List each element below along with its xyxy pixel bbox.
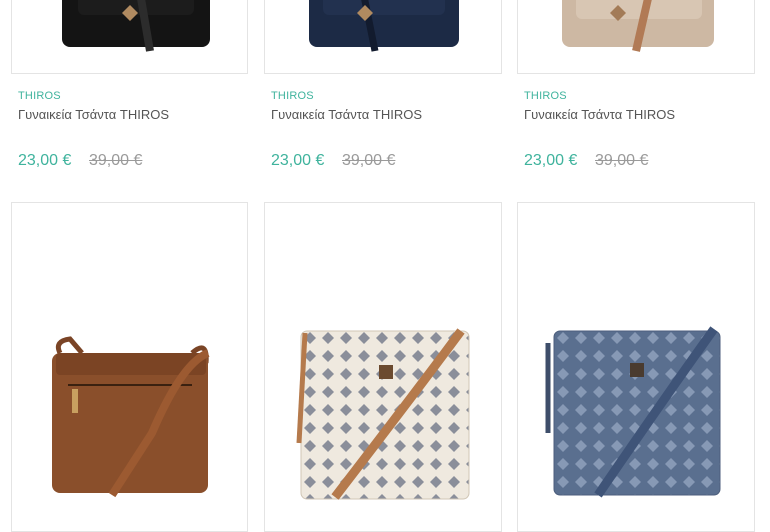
sale-price: 23,00 € — [271, 152, 325, 169]
product-card[interactable] — [11, 0, 248, 74]
original-price: 39,00 € — [89, 152, 143, 169]
sale-price: 23,00 € — [524, 152, 578, 169]
brand-link[interactable]: THIROS — [524, 90, 567, 102]
product-card[interactable] — [264, 0, 502, 74]
product-image[interactable] — [265, 0, 501, 73]
product-image[interactable] — [518, 0, 754, 73]
product-title[interactable]: Γυναικεία Τσάντα THIROS — [18, 107, 169, 122]
product-image[interactable] — [265, 203, 501, 531]
product-card[interactable] — [264, 202, 502, 532]
sale-price: 23,00 € — [18, 152, 72, 169]
product-image[interactable] — [518, 203, 754, 531]
product-title[interactable]: Γυναικεία Τσάντα THIROS — [524, 107, 675, 122]
brand-link[interactable]: THIROS — [271, 90, 314, 102]
original-price: 39,00 € — [342, 152, 396, 169]
product-card[interactable] — [517, 0, 755, 74]
product-card[interactable] — [517, 202, 755, 532]
original-price: 39,00 € — [595, 152, 649, 169]
product-card[interactable] — [11, 202, 248, 532]
product-title[interactable]: Γυναικεία Τσάντα THIROS — [271, 107, 422, 122]
product-image[interactable] — [12, 0, 247, 73]
brand-link[interactable]: THIROS — [18, 90, 61, 102]
product-image[interactable] — [12, 203, 247, 531]
